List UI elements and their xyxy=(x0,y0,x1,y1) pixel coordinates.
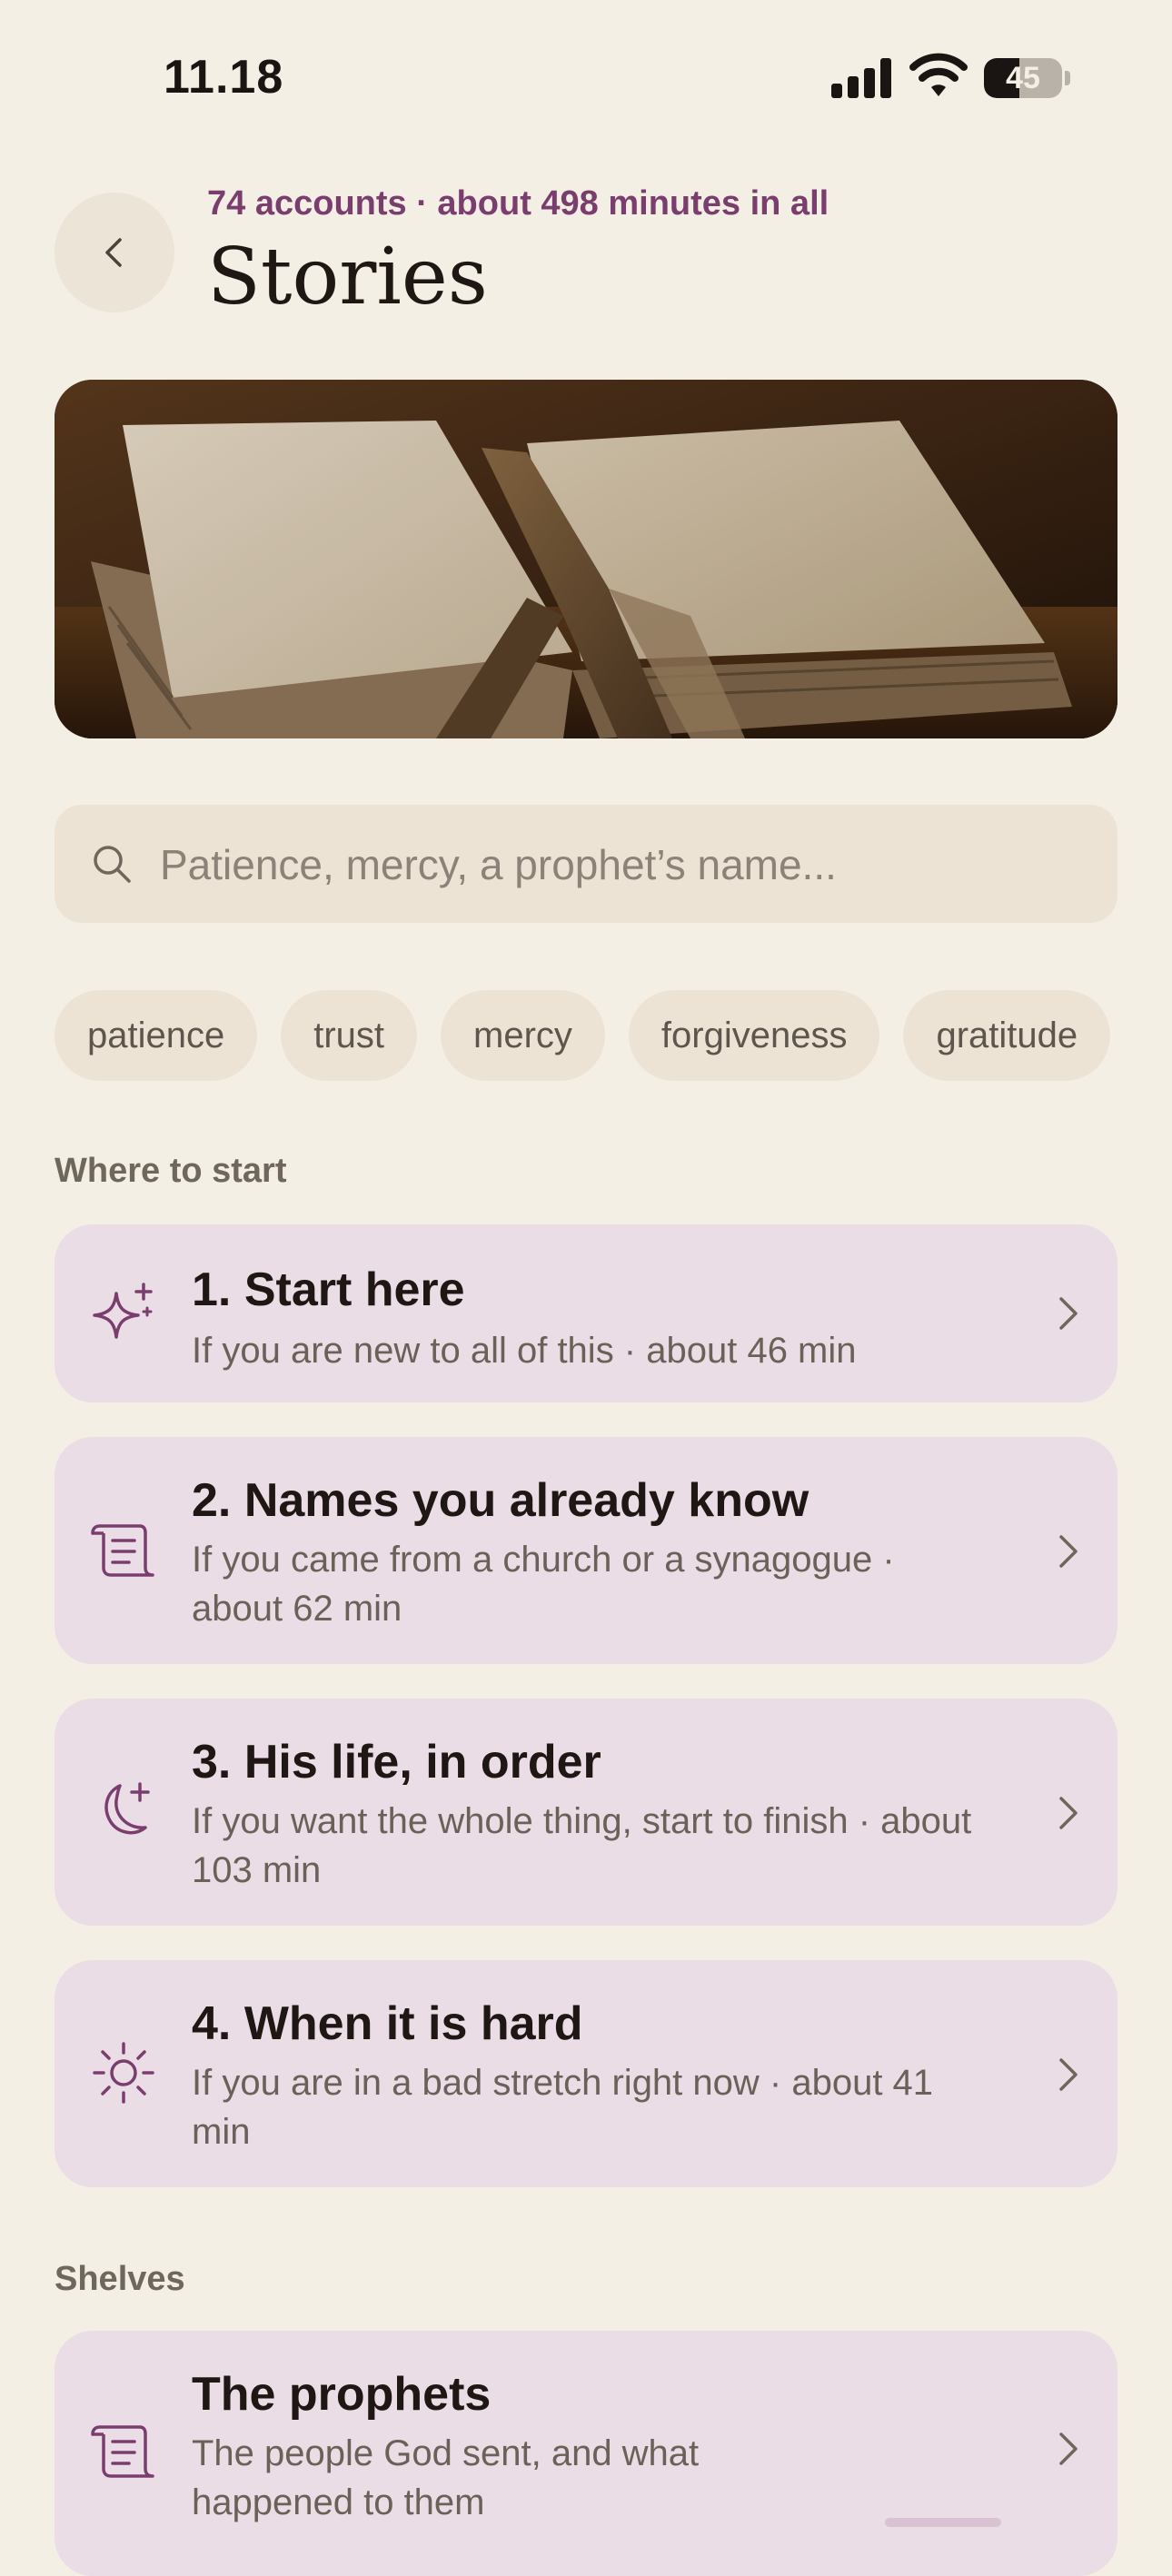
chevron-right-icon xyxy=(1059,2432,1078,2465)
start-item-description: If you came from a church or a synagogue… xyxy=(192,1540,895,1629)
section-where-to-start: Where to start xyxy=(55,1152,287,1190)
chip-patience[interactable]: patience xyxy=(55,990,258,1081)
shelf-item-title: The prophets xyxy=(192,2368,492,2421)
search-icon xyxy=(94,846,131,883)
chevron-right-icon xyxy=(1059,1297,1078,1330)
start-item-3[interactable]: 3. His life, in order If you want the wh… xyxy=(55,1699,1117,1926)
start-item-title: 4. When it is hard xyxy=(192,1997,583,2050)
chevron-right-icon xyxy=(1059,1797,1078,1829)
hero-image xyxy=(55,380,1117,738)
start-item-4[interactable]: 4. When it is hard If you are in a bad s… xyxy=(55,1960,1117,2187)
start-item-description: If you are in a bad stretch right now · … xyxy=(192,2063,934,2152)
scroll-icon xyxy=(91,1524,154,1577)
start-item-description: If you want the whole thing, start to fi… xyxy=(192,1801,972,1890)
home-indicator[interactable] xyxy=(885,2518,1001,2527)
start-item-1[interactable]: 1. Start here If you are new to all of t… xyxy=(55,1224,1117,1402)
start-item-title: 3. His life, in order xyxy=(192,1736,601,1788)
chevron-left-icon xyxy=(105,238,122,267)
battery-icon: 45 xyxy=(984,58,1062,98)
chip-mercy[interactable]: mercy xyxy=(441,990,605,1081)
chevron-right-icon xyxy=(1059,1535,1078,1568)
chip-trust[interactable]: trust xyxy=(281,990,418,1081)
cellular-signal-icon xyxy=(831,58,891,98)
sun-icon xyxy=(93,2042,154,2104)
chip-forgiveness[interactable]: forgiveness xyxy=(628,990,880,1081)
start-item-2[interactable]: 2. Names you already know If you came fr… xyxy=(55,1437,1117,1664)
page-title: Stories xyxy=(207,232,488,322)
section-shelves: Shelves xyxy=(55,2260,185,2298)
battery-level: 45 xyxy=(1006,61,1040,95)
search-bar[interactable] xyxy=(55,805,1117,925)
back-button[interactable] xyxy=(55,193,174,312)
search-input[interactable] xyxy=(158,805,1088,925)
status-time: 11.18 xyxy=(164,51,284,104)
start-item-title: 1. Start here xyxy=(192,1263,465,1316)
start-item-description: If you are new to all of this · about 46… xyxy=(192,1331,857,1371)
sparkles-icon xyxy=(93,1283,153,1339)
start-item-title: 2. Names you already know xyxy=(192,1474,809,1527)
scroll-icon xyxy=(91,2425,154,2478)
wifi-icon xyxy=(909,53,968,96)
moon-star-icon xyxy=(104,1782,150,1835)
chip-gratitude[interactable]: gratitude xyxy=(903,990,1111,1081)
battery-tip xyxy=(1065,71,1070,85)
chevron-right-icon xyxy=(1059,2058,1078,2091)
topic-chips: patience trust mercy forgiveness gratitude xyxy=(55,990,1134,1081)
shelf-item-description: The people God sent, and what happened t… xyxy=(192,2433,700,2522)
page-subtitle: 74 accounts · about 498 minutes in all xyxy=(207,184,829,223)
